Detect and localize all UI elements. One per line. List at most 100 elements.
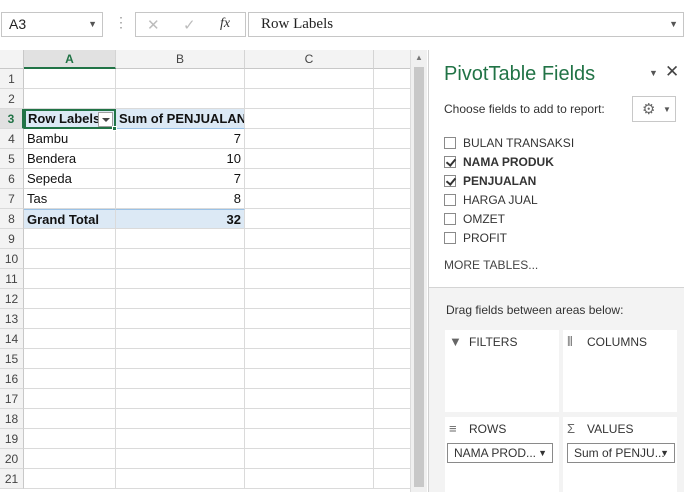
row-header[interactable]: 2 [0, 89, 24, 109]
grid-cell[interactable] [24, 329, 116, 349]
field-layout-button[interactable]: ⚙ ▼ [632, 96, 676, 122]
pivot-item-value[interactable]: 7 [116, 129, 245, 149]
grid-cell[interactable] [245, 329, 374, 349]
row-header[interactable]: 16 [0, 369, 24, 389]
row-header[interactable]: 1 [0, 69, 24, 89]
row-header[interactable]: 15 [0, 349, 24, 369]
grid-cell[interactable] [374, 269, 410, 289]
pivot-item-value[interactable]: 8 [116, 189, 245, 209]
expand-formula-icon[interactable]: ▼ [669, 19, 678, 29]
chevron-down-icon[interactable]: ▼ [88, 19, 97, 29]
grid-cell[interactable] [116, 389, 245, 409]
grid-cell[interactable] [24, 89, 116, 109]
grid-cell[interactable] [374, 209, 410, 229]
grid-cell[interactable] [374, 169, 410, 189]
field-checkbox[interactable] [444, 175, 456, 187]
grid-cell[interactable] [245, 369, 374, 389]
fill-handle[interactable] [112, 126, 117, 131]
row-header[interactable]: 17 [0, 389, 24, 409]
grid-cell[interactable] [24, 69, 116, 89]
grid-cell[interactable] [245, 249, 374, 269]
grid-cell[interactable] [24, 269, 116, 289]
row-header[interactable]: 8 [0, 209, 24, 229]
grid-cell[interactable] [374, 249, 410, 269]
column-header-a[interactable]: A [24, 50, 116, 69]
name-box[interactable]: A3 ▼ [1, 12, 103, 37]
column-header-d[interactable] [374, 50, 410, 69]
row-header[interactable]: 18 [0, 409, 24, 429]
pivot-item-label[interactable]: Bendera [24, 149, 116, 169]
grid-cell[interactable] [245, 229, 374, 249]
grid-cell[interactable] [116, 469, 245, 489]
grid-cell[interactable] [374, 129, 410, 149]
grid-cell[interactable] [245, 89, 374, 109]
grid-cell[interactable] [374, 349, 410, 369]
grid-cell[interactable] [245, 189, 374, 209]
pivot-sum-header[interactable]: Sum of PENJUALAN [116, 109, 245, 129]
grid-cell[interactable] [374, 149, 410, 169]
grid-cell[interactable] [245, 309, 374, 329]
grid-cell[interactable] [24, 409, 116, 429]
columns-area[interactable]: ⦀ COLUMNS [563, 330, 677, 412]
chevron-down-icon[interactable]: ▼ [660, 444, 669, 462]
row-header[interactable]: 13 [0, 309, 24, 329]
grid-cell[interactable] [245, 429, 374, 449]
grid-cell[interactable] [24, 349, 116, 369]
row-header[interactable]: 9 [0, 229, 24, 249]
row-header[interactable]: 11 [0, 269, 24, 289]
row-header[interactable]: 20 [0, 449, 24, 469]
grid-cell[interactable] [24, 469, 116, 489]
grid-cell[interactable] [116, 229, 245, 249]
grand-total-value[interactable]: 32 [116, 209, 245, 229]
grid-cell[interactable] [24, 449, 116, 469]
vertical-scrollbar[interactable]: ▲ [410, 50, 427, 492]
pivot-item-value[interactable]: 10 [116, 149, 245, 169]
grid-cell[interactable] [245, 289, 374, 309]
grid-cell[interactable] [24, 249, 116, 269]
grid-cell[interactable] [116, 409, 245, 429]
grid-cell[interactable] [245, 149, 374, 169]
grid-cell[interactable] [116, 449, 245, 469]
grid-cell[interactable] [374, 449, 410, 469]
filters-area[interactable]: ▼ FILTERS [445, 330, 559, 412]
enter-icon[interactable]: ✓ [183, 16, 196, 34]
row-header[interactable]: 5 [0, 149, 24, 169]
row-header[interactable]: 4 [0, 129, 24, 149]
grid-cell[interactable] [116, 89, 245, 109]
grid-cell[interactable] [374, 409, 410, 429]
scrollbar-thumb[interactable] [414, 67, 424, 487]
grid-cell[interactable] [116, 369, 245, 389]
rows-field-pill[interactable]: NAMA PROD... ▼ [447, 443, 553, 463]
grid-cell[interactable] [24, 429, 116, 449]
pivot-item-label[interactable]: Tas [24, 189, 116, 209]
grid-cell[interactable] [245, 129, 374, 149]
grid-cell[interactable] [374, 429, 410, 449]
grid-cell[interactable] [374, 109, 410, 129]
field-checkbox[interactable] [444, 156, 456, 168]
grid-cell[interactable] [245, 269, 374, 289]
select-all-corner[interactable] [0, 50, 24, 69]
pivot-item-label[interactable]: Sepeda [24, 169, 116, 189]
pivot-item-label[interactable]: Bambu [24, 129, 116, 149]
row-labels-filter-button[interactable] [98, 112, 113, 127]
pane-options-chevron-icon[interactable]: ▼ [649, 68, 658, 78]
row-header[interactable]: 7 [0, 189, 24, 209]
row-header[interactable]: 10 [0, 249, 24, 269]
grid-cell[interactable] [245, 109, 374, 129]
grid-cell[interactable] [374, 329, 410, 349]
grid-cell[interactable] [374, 309, 410, 329]
row-header[interactable]: 21 [0, 469, 24, 489]
field-checkbox[interactable] [444, 137, 456, 149]
grid-cell[interactable] [116, 329, 245, 349]
grid-cell[interactable] [245, 69, 374, 89]
grid-cell[interactable] [116, 249, 245, 269]
column-header-b[interactable]: B [116, 50, 245, 69]
grid-cell[interactable] [245, 209, 374, 229]
grid-cell[interactable] [245, 169, 374, 189]
rows-area[interactable]: ≡ ROWS NAMA PROD... ▼ [445, 417, 559, 493]
grid-cell[interactable] [374, 389, 410, 409]
values-area[interactable]: Σ VALUES Sum of PENJU... ▼ [563, 417, 677, 493]
row-header[interactable]: 14 [0, 329, 24, 349]
grid-cell[interactable] [374, 289, 410, 309]
grid-cell[interactable] [24, 229, 116, 249]
